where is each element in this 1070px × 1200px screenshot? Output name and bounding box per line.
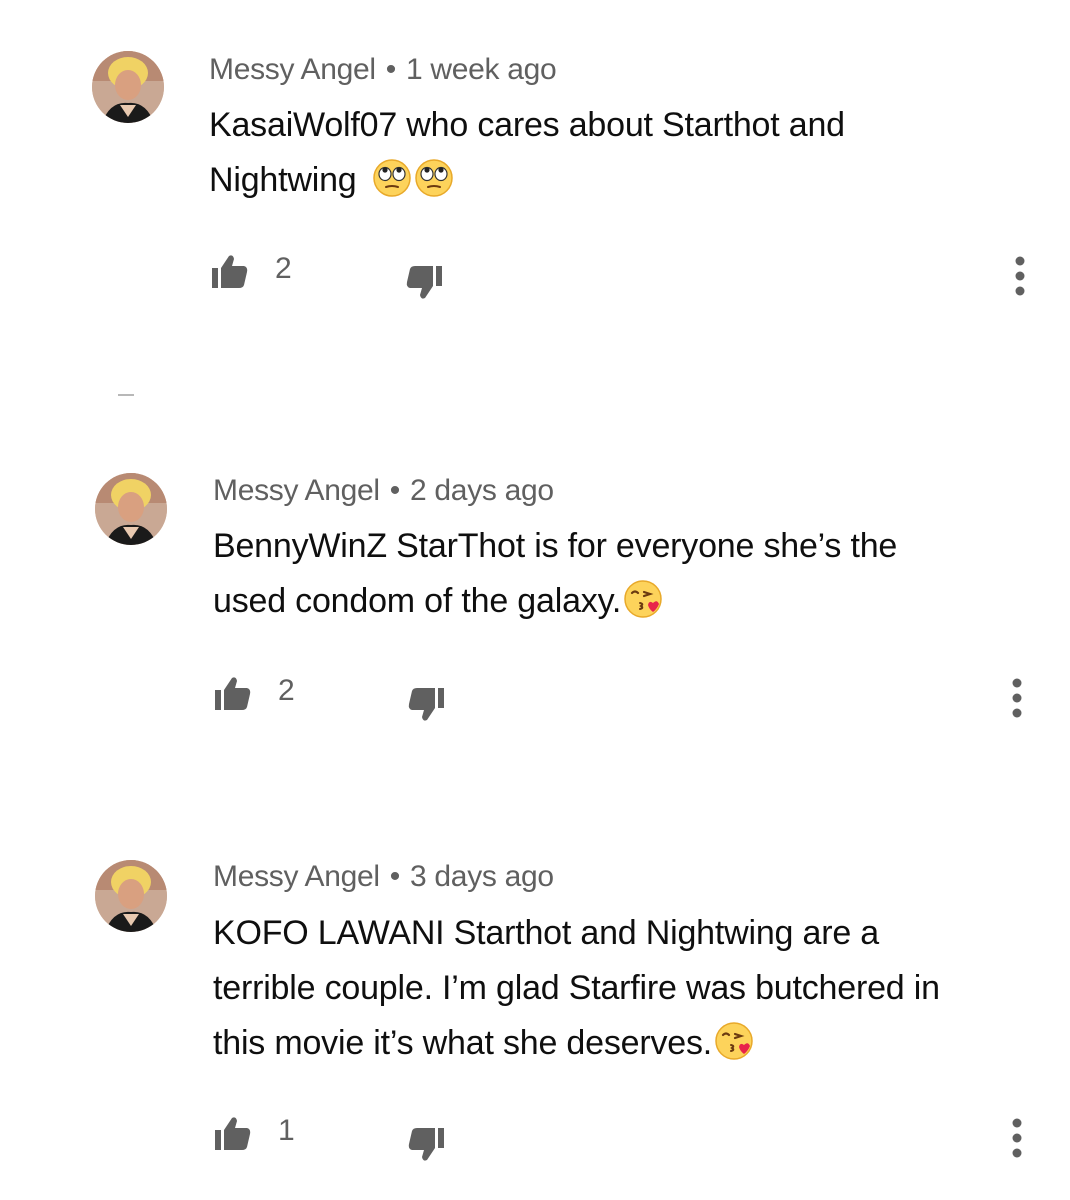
comment-text: KOFO LAWANI Starthot and Nightwing are a… [213,906,940,1071]
thumbs-down-icon[interactable] [406,1124,446,1164]
thumbs-up-icon[interactable] [210,252,250,292]
comment-text-line-wrap: this movie it’s what she deserves. [213,1016,940,1071]
avatar[interactable] [95,473,167,545]
more-options-icon[interactable] [1010,676,1024,720]
comment-text: BennyWinZ StarThot is for everyone she’s… [213,519,897,629]
like-count: 2 [278,674,295,707]
like-count: 1 [278,1114,295,1147]
timestamp[interactable]: 2 days ago [410,474,554,507]
comment-text-line: Nightwing [209,161,357,199]
thumbs-up-icon[interactable] [213,674,253,714]
author-name[interactable]: Messy Angel [213,474,380,507]
comment-text-line-wrap: used condom of the galaxy. [213,574,897,629]
author-name[interactable]: Messy Angel [209,53,376,86]
comment-text-line: this movie it’s what she deserves. [213,1024,713,1062]
comment-actions: 2 [0,250,1070,299]
like-count: 2 [275,252,292,285]
rolling-eyes-emoji-icon [415,159,453,197]
comment-meta: Messy Angel • 1 week ago [209,53,557,87]
more-options-icon[interactable] [1013,254,1027,298]
avatar[interactable] [92,51,164,123]
separator-dot: • [385,53,397,86]
avatar[interactable] [95,860,167,932]
separator-dot: • [389,860,401,893]
comment-actions: 1 [0,1112,1070,1161]
comment-text-line: BennyWinZ StarThot is for everyone she’s… [213,527,898,565]
comment-meta: Messy Angel • 3 days ago [213,860,554,894]
thumbs-up-icon[interactable] [213,1114,253,1154]
separator-dot: • [389,474,401,507]
comment-actions: 2 [0,672,1070,721]
thumbs-down-icon[interactable] [404,262,444,302]
timestamp[interactable]: 1 week ago [406,53,557,86]
timestamp[interactable]: 3 days ago [410,860,554,893]
comment-text: KasaiWolf07 who cares about Starthot and… [209,98,845,208]
thumbs-down-icon[interactable] [406,684,446,724]
rolling-eyes-emoji-icon [373,159,411,197]
comment-text-line: terrible couple. I’m glad Starfire was b… [213,969,940,1007]
comment-meta: Messy Angel • 2 days ago [213,474,554,508]
kiss-emoji-icon [715,1022,753,1060]
comment-text-line: KasaiWolf07 who cares about Starthot and [209,106,845,144]
comment-text-line: used condom of the galaxy. [213,582,622,620]
comment-text-line: KOFO LAWANI Starthot and Nightwing are a [213,914,879,952]
kiss-emoji-icon [624,580,662,618]
comment-text-line-wrap: Nightwing [209,153,845,208]
more-options-icon[interactable] [1010,1116,1024,1160]
divider [118,394,134,396]
author-name[interactable]: Messy Angel [213,860,380,893]
